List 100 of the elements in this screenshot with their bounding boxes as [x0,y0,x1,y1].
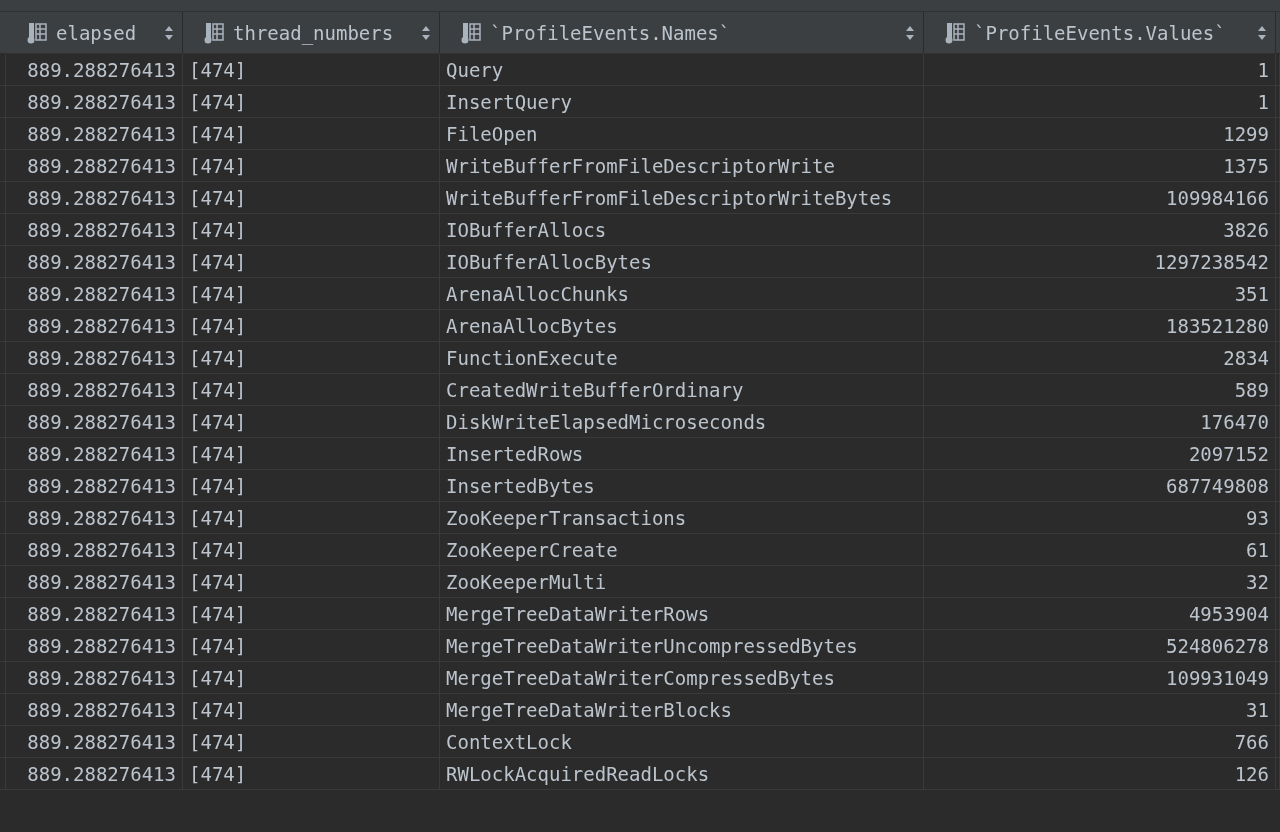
table-cell: 766 [924,726,1276,758]
table-cell: 889.288276413 [6,310,183,342]
table-cell: [474] [183,662,440,694]
table-cell: 889.288276413 [6,86,183,118]
column-label: `ProfileEvents.Values` [974,21,1227,44]
table-cell: 687749808 [924,470,1276,502]
table-cell: 889.288276413 [6,118,183,150]
table-cell: 61 [924,534,1276,566]
table-cell: 589 [924,374,1276,406]
table-column-icon [944,21,966,44]
column-label: thread_numbers [233,21,395,44]
table-cell: 889.288276413 [6,598,183,630]
table-cell: 2834 [924,342,1276,374]
table-cell: 1297238542 [924,246,1276,278]
table-cell: [474] [183,438,440,470]
table-cell: 31 [924,694,1276,726]
table-cell: 889.288276413 [6,54,183,86]
table-cell: Query [440,54,924,86]
table-cell: WriteBufferFromFileDescriptorWriteBytes [440,182,924,214]
table-cell: 3826 [924,214,1276,246]
table-cell: [474] [183,566,440,598]
table-cell: 889.288276413 [6,470,183,502]
table-cell: 889.288276413 [6,246,183,278]
table-cell: [474] [183,342,440,374]
column-header[interactable]: `ProfileEvents.Names` [440,12,924,54]
table-cell: InsertedBytes [440,470,924,502]
table-cell: 889.288276413 [6,662,183,694]
table-cell: [474] [183,758,440,790]
sort-icon[interactable] [421,24,431,41]
table-cell: [474] [183,310,440,342]
table-cell: 1375 [924,150,1276,182]
table-cell: 4953904 [924,598,1276,630]
table-cell: 1 [924,54,1276,86]
column-label: `ProfileEvents.Names` [490,21,732,44]
table-cell: InsertQuery [440,86,924,118]
table-cell: 1 [924,86,1276,118]
table-cell: 889.288276413 [6,374,183,406]
table-cell: [474] [183,150,440,182]
table-cell: ArenaAllocBytes [440,310,924,342]
table-cell: 2097152 [924,438,1276,470]
table-cell: 889.288276413 [6,182,183,214]
column-header[interactable]: elapsed [6,12,183,54]
table-cell: MergeTreeDataWriterBlocks [440,694,924,726]
sort-icon[interactable] [164,24,174,41]
column-header[interactable]: `ProfileEvents.Values` [924,12,1276,54]
table-cell: 351 [924,278,1276,310]
table-cell: ZooKeeperMulti [440,566,924,598]
table-cell: [474] [183,118,440,150]
table-cell: ContextLock [440,726,924,758]
table-cell: CreatedWriteBufferOrdinary [440,374,924,406]
table-cell: 889.288276413 [6,630,183,662]
table-cell: [474] [183,182,440,214]
table-cell: 109931049 [924,662,1276,694]
table-cell: 889.288276413 [6,150,183,182]
table-column-icon [460,21,482,44]
table-column-icon [203,21,225,44]
table-cell: 889.288276413 [6,278,183,310]
table-cell: 889.288276413 [6,694,183,726]
table-cell: 889.288276413 [6,758,183,790]
table-cell: 889.288276413 [6,342,183,374]
table-cell: 889.288276413 [6,406,183,438]
table-cell: 889.288276413 [6,502,183,534]
sort-icon[interactable] [905,24,915,41]
column-label: elapsed [56,21,138,44]
table-cell: IOBufferAllocs [440,214,924,246]
table-cell: WriteBufferFromFileDescriptorWrite [440,150,924,182]
table-cell: 524806278 [924,630,1276,662]
table-cell: 889.288276413 [6,214,183,246]
table-cell: 889.288276413 [6,566,183,598]
table-cell: FileOpen [440,118,924,150]
table-cell: [474] [183,374,440,406]
table-cell: 126 [924,758,1276,790]
table-cell: 889.288276413 [6,726,183,758]
sort-icon[interactable] [1257,24,1267,41]
column-header[interactable]: thread_numbers [183,12,440,54]
table-cell: ArenaAllocChunks [440,278,924,310]
table-cell: [474] [183,726,440,758]
table-cell: [474] [183,406,440,438]
table-cell: [474] [183,246,440,278]
table-cell: RWLockAcquiredReadLocks [440,758,924,790]
table-cell: 93 [924,502,1276,534]
table-cell: [474] [183,534,440,566]
table-cell: [474] [183,214,440,246]
table-cell: DiskWriteElapsedMicroseconds [440,406,924,438]
table-cell: [474] [183,598,440,630]
table-cell: [474] [183,54,440,86]
table-cell: IOBufferAllocBytes [440,246,924,278]
table-cell: [474] [183,694,440,726]
table-cell: MergeTreeDataWriterCompressedBytes [440,662,924,694]
table-cell: [474] [183,278,440,310]
table-cell: [474] [183,502,440,534]
table-cell: 109984166 [924,182,1276,214]
table-cell: MergeTreeDataWriterUncompressedBytes [440,630,924,662]
table-cell: ZooKeeperCreate [440,534,924,566]
table-column-icon [26,21,48,44]
table-cell: FunctionExecute [440,342,924,374]
table-cell: 1299 [924,118,1276,150]
table-cell: [474] [183,86,440,118]
table-cell: [474] [183,630,440,662]
table-cell: InsertedRows [440,438,924,470]
